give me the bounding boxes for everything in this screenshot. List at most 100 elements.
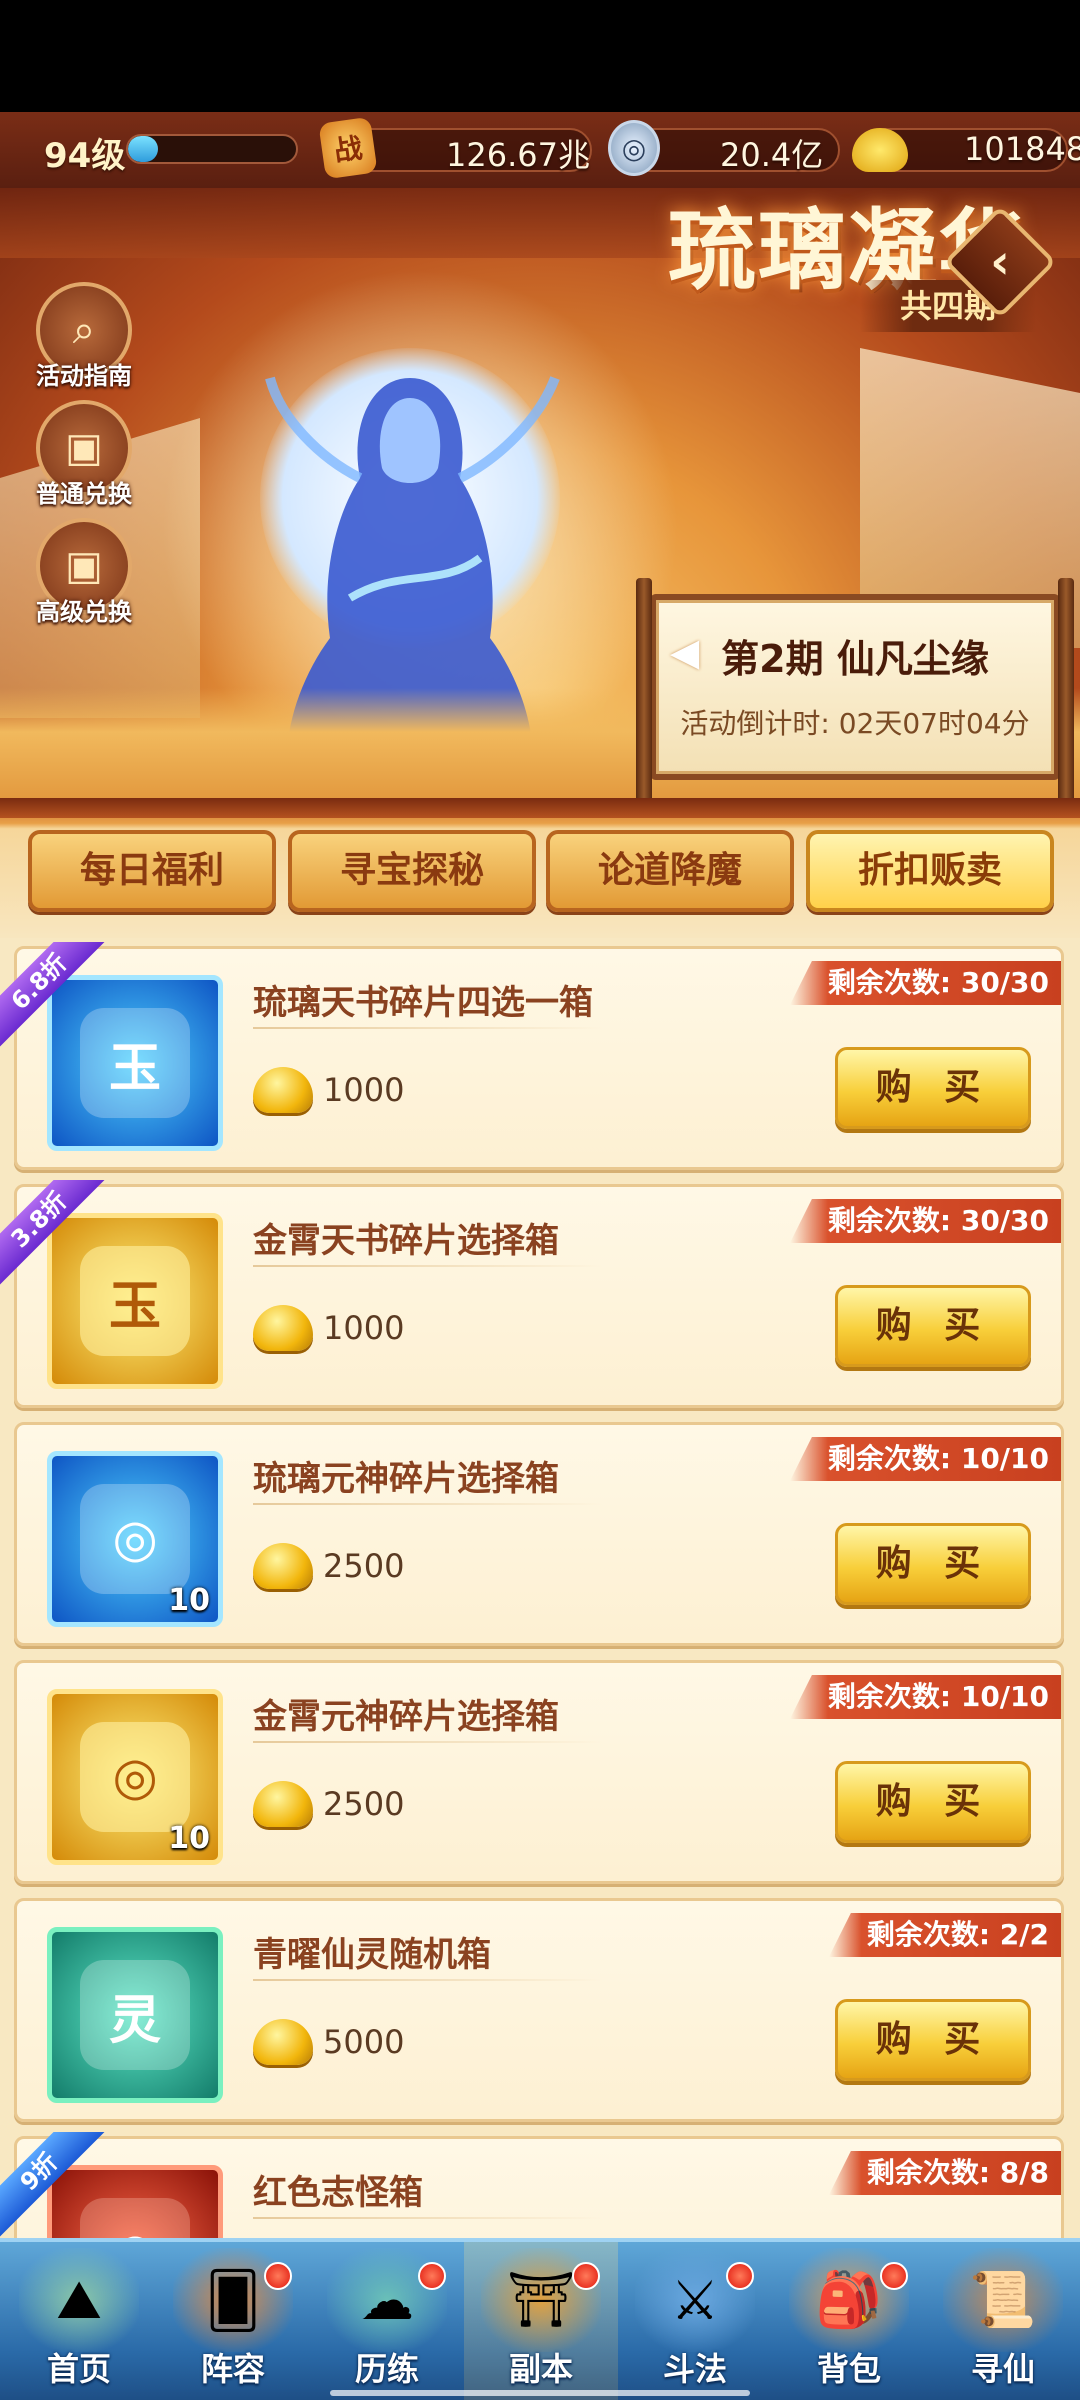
advanced-exchange-button[interactable]: ▣ 高级兑换 <box>32 518 136 627</box>
item-price: 2500 <box>253 1781 404 1827</box>
tab-strip-trim <box>0 798 1080 818</box>
item-icon-glyph: 玉 <box>80 1246 190 1356</box>
activity-guide-button[interactable]: ⌕ 活动指南 <box>32 282 136 391</box>
nav-item[interactable]: 🎒 背包 <box>772 2242 926 2400</box>
board-post-right <box>1058 578 1074 806</box>
nav-item[interactable]: 📜 寻仙 <box>926 2242 1080 2400</box>
nav-label: 阵容 <box>200 2350 265 2388</box>
player-level: 94级 <box>44 136 126 176</box>
item-divider <box>253 1503 603 1505</box>
period-board: ◀ 第2期 仙凡尘缘 活动倒计时: 02天07时04分 <box>636 578 1074 806</box>
buy-button[interactable]: 购 买 <box>835 1523 1031 1605</box>
item-name: 金霄元神碎片选择箱 <box>253 1697 559 1737</box>
shop-item-card: 玉 金霄天书碎片选择箱 1000 剩余次数: 30/30 购 买 <box>14 1184 1064 1408</box>
xp-bar <box>126 134 298 164</box>
item-price-value: 1000 <box>323 1071 405 1109</box>
item-name: 琉璃天书碎片四选一箱 <box>253 983 593 1023</box>
buy-button[interactable]: 购 买 <box>835 1761 1031 1843</box>
item-price: 1000 <box>253 1305 404 1351</box>
item-price: 1000 <box>253 1067 404 1113</box>
remaining-count: 剩余次数: 30/30 <box>789 1199 1061 1243</box>
remaining-count: 剩余次数: 10/10 <box>789 1437 1061 1481</box>
normal-exchange-button[interactable]: ▣ 普通兑换 <box>32 400 136 509</box>
buy-button[interactable]: 购 买 <box>835 1285 1031 1367</box>
tab-demon-slaying[interactable]: 论道降魔 <box>546 830 794 912</box>
nav-item[interactable]: ☁ 历练 <box>310 2242 464 2400</box>
activity-guide-label: 活动指南 <box>36 362 132 390</box>
item-divider <box>253 2217 603 2219</box>
remaining-count: 剩余次数: 8/8 <box>828 2151 1061 2195</box>
coin-value: 20.4亿 <box>720 136 824 174</box>
back-arrow-icon: ‹ <box>990 234 1010 290</box>
item-name: 琉璃元神碎片选择箱 <box>253 1459 559 1499</box>
remaining-count: 剩余次数: 30/30 <box>789 961 1061 1005</box>
item-divider <box>253 1027 603 1029</box>
item-price-value: 2500 <box>323 1547 405 1585</box>
shop-item-card: ◎ 10 金霄元神碎片选择箱 2500 剩余次数: 10/10 购 买 <box>14 1660 1064 1884</box>
tab-treasure-hunt[interactable]: 寻宝探秘 <box>288 830 536 912</box>
nav-item[interactable]: 🂠 阵容 <box>156 2242 310 2400</box>
item-name: 红色志怪箱 <box>253 2173 423 2213</box>
item-name: 金霄天书碎片选择箱 <box>253 1221 559 1261</box>
battle-power-value: 126.67兆 <box>446 136 590 174</box>
shop-item-card: 灵 青曜仙灵随机箱 5000 剩余次数: 2/2 购 买 <box>14 1898 1064 2122</box>
gold-ingot-icon <box>253 1543 313 1589</box>
item-divider <box>253 1265 603 1267</box>
remaining-count: 剩余次数: 10/10 <box>789 1675 1061 1719</box>
tab-discount-sale[interactable]: 折扣贩卖 <box>806 830 1054 912</box>
ingot-value: 101848 <box>964 130 1080 168</box>
item-price: 5000 <box>253 2019 404 2065</box>
item-divider <box>253 1741 603 1743</box>
nav-label: 斗法 <box>662 2350 727 2388</box>
item-icon[interactable]: ◎ 10 <box>47 1451 223 1627</box>
item-icon[interactable]: ◎ 10 <box>47 1689 223 1865</box>
notification-dot-icon <box>264 2262 292 2290</box>
gold-ingot-icon <box>253 2019 313 2065</box>
notification-dot-icon <box>880 2262 908 2290</box>
board-post-left <box>636 578 652 806</box>
period-title: 第2期 仙凡尘缘 <box>721 637 989 681</box>
item-quantity: 10 <box>168 1583 210 1618</box>
item-divider <box>253 1979 603 1981</box>
item-icon-glyph: 灵 <box>80 1960 190 2070</box>
notification-dot-icon <box>572 2262 600 2290</box>
nav-label: 历练 <box>354 2350 419 2388</box>
notification-dot-icon <box>418 2262 446 2290</box>
nav-item[interactable]: ⛩ 副本 <box>464 2242 618 2400</box>
nav-art-icon: ⛰ <box>19 2248 139 2352</box>
item-icon[interactable]: 玉 <box>47 975 223 1151</box>
period-countdown: 活动倒计时: 02天07时04分 <box>680 707 1030 740</box>
copper-coin-icon: ◎ <box>608 120 660 176</box>
notification-dot-icon <box>726 2262 754 2290</box>
item-icon[interactable]: 灵 <box>47 1927 223 2103</box>
gold-ingot-icon <box>253 1067 313 1113</box>
shop-item-card: 玉 琉璃天书碎片四选一箱 1000 剩余次数: 30/30 购 买 <box>14 946 1064 1170</box>
item-price-value: 1000 <box>323 1309 405 1347</box>
nav-art-icon: 📜 <box>943 2248 1063 2352</box>
nav-label: 寻仙 <box>970 2350 1035 2388</box>
gold-ingot-icon <box>253 1781 313 1827</box>
normal-exchange-label: 普通兑换 <box>36 480 132 508</box>
nav-label: 首页 <box>46 2350 111 2388</box>
home-indicator <box>330 2390 750 2396</box>
advanced-exchange-label: 高级兑换 <box>36 598 132 626</box>
nav-label: 副本 <box>508 2350 573 2388</box>
buy-button[interactable]: 购 买 <box>835 1999 1031 2081</box>
gold-ingot-icon <box>253 1305 313 1351</box>
item-price-value: 5000 <box>323 2023 405 2061</box>
tab-daily-welfare[interactable]: 每日福利 <box>28 830 276 912</box>
buy-button[interactable]: 购 买 <box>835 1047 1031 1129</box>
shop-item-card: ◎ 10 琉璃元神碎片选择箱 2500 剩余次数: 10/10 购 买 <box>14 1422 1064 1646</box>
resource-bar: 94级 战 126.67兆 ◎ 20.4亿 101848 <box>0 112 1080 188</box>
item-price-value: 2500 <box>323 1785 405 1823</box>
item-icon-glyph: 玉 <box>80 1008 190 1118</box>
item-price: 2500 <box>253 1543 404 1589</box>
status-bar <box>0 0 1080 112</box>
battle-power-icon: 战 <box>318 116 378 180</box>
item-quantity: 10 <box>168 1821 210 1856</box>
nav-label: 背包 <box>816 2350 881 2388</box>
item-icon[interactable]: 玉 <box>47 1213 223 1389</box>
nav-item[interactable]: ⛰ 首页 <box>2 2242 156 2400</box>
item-icon-glyph: ◎ <box>80 1722 190 1832</box>
nav-item[interactable]: ⚔ 斗法 <box>618 2242 772 2400</box>
